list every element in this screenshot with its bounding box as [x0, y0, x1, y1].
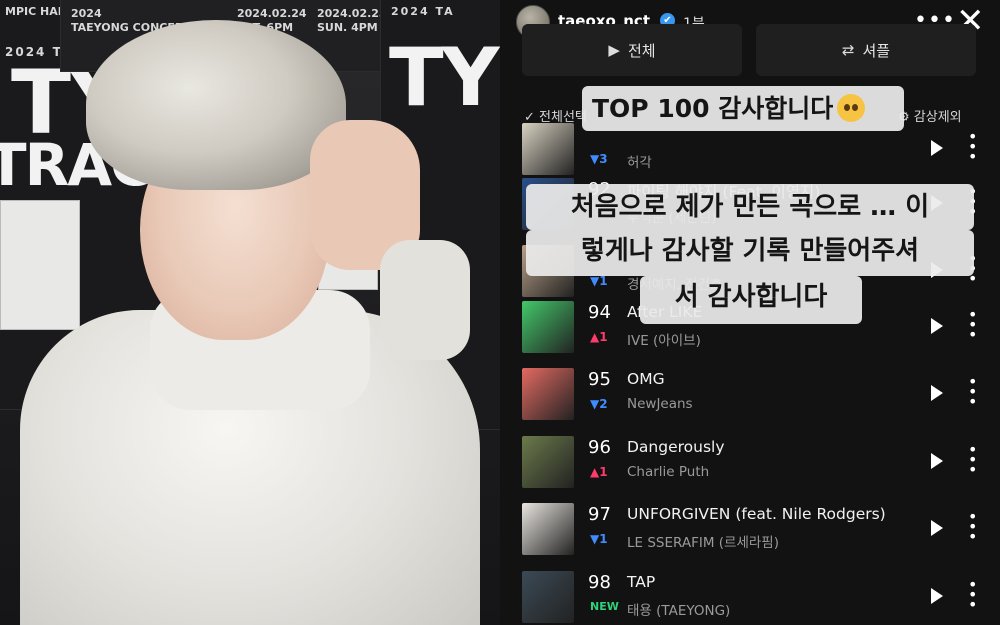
rank-number: 94	[588, 302, 611, 323]
poster-text: SUN. 4PM	[317, 21, 378, 34]
artist-name[interactable]: LE SSERAFIM (르세라핌)	[627, 531, 779, 551]
kebab-menu-icon[interactable]: •••	[968, 307, 977, 343]
story-text-sticker: TOP 100 감사합니다	[582, 86, 904, 131]
poster-text: TY	[389, 31, 499, 124]
album-art[interactable]	[522, 123, 574, 175]
rank-change: NEW	[590, 600, 619, 613]
sticker-text: 서 감사합니다	[674, 282, 828, 312]
rank-change: ▼2	[590, 397, 608, 411]
shuffle-icon: ⇄	[841, 41, 855, 59]
story-text-line: 서 감사합니다	[640, 276, 862, 324]
rank-change: ▲1	[590, 330, 608, 344]
story-text-line: 처음으로 제가 만든 곡으로 … 이	[526, 184, 974, 230]
rank-change: ▼3	[590, 152, 608, 166]
rank-number: 95	[588, 369, 611, 390]
play-all-button[interactable]: ▶ 전체	[522, 24, 742, 76]
album-art[interactable]	[522, 503, 574, 555]
kebab-menu-icon[interactable]: •••	[968, 374, 977, 410]
song-title[interactable]: UNFORGIVEN (feat. Nile Rodgers)	[627, 505, 886, 523]
rank-number: 96	[588, 437, 611, 458]
play-icon[interactable]	[931, 520, 943, 536]
ticket-card	[0, 200, 80, 330]
rank-change: ▲1	[590, 465, 608, 479]
rank-number: 97	[588, 504, 611, 525]
rank-number: 98	[588, 572, 611, 593]
album-art[interactable]	[522, 571, 574, 623]
song-title[interactable]: TAP	[627, 573, 655, 591]
wrist	[380, 240, 470, 360]
kebab-menu-icon[interactable]: •••	[968, 129, 977, 165]
play-icon[interactable]	[931, 318, 943, 334]
story-photo: MPIC HALL 2024 TAEYONG CONCERT TY TRACK …	[0, 0, 500, 625]
play-icon: ▶	[608, 41, 620, 59]
song-title[interactable]: OMG	[627, 370, 665, 388]
poster-text: 2024	[71, 7, 102, 20]
sticker-text: 렇게나 감사할 기록 만들어주셔	[580, 236, 920, 266]
album-art[interactable]	[522, 368, 574, 420]
kebab-menu-icon[interactable]: •••	[968, 509, 977, 545]
album-art[interactable]	[522, 301, 574, 353]
play-icon[interactable]	[931, 588, 943, 604]
artist-name[interactable]: NewJeans	[627, 396, 693, 412]
sticker-text: 처음으로 제가 만든 곡으로 … 이	[570, 192, 930, 222]
rank-change: ▼1	[590, 274, 608, 288]
artist-name[interactable]: 허각	[627, 151, 652, 171]
chart-row[interactable]: 97 ▼1 UNFORGIVEN (feat. Nile Rodgers) LE SS…	[500, 498, 1000, 560]
shuffle-button[interactable]: ⇄ 셔플	[756, 24, 976, 76]
chart-row[interactable]: 98 NEW TAP 태용 (TAEYONG) • • •	[500, 566, 1000, 625]
story-text-line: 렇게나 감사할 기록 만들어주셔	[526, 230, 974, 276]
play-icon[interactable]	[931, 140, 943, 156]
sticker-text: TOP 100 감사합니다	[592, 94, 834, 123]
hair	[86, 20, 346, 190]
play-all-label: 전체	[627, 41, 656, 60]
album-art[interactable]	[522, 436, 574, 488]
chart-row[interactable]: 96 ▲1 Dangerously Charlie Puth • • •	[500, 431, 1000, 493]
chart-row[interactable]: 95 ▼2 OMG NewJeans • • •	[500, 363, 1000, 425]
pleading-face-emoji-icon	[837, 94, 866, 122]
rank-change: ▼1	[590, 532, 608, 546]
artist-name[interactable]: Charlie Puth	[627, 464, 709, 480]
poster-text: 2024.02.24	[237, 7, 307, 20]
shuffle-label: 셔플	[862, 41, 891, 60]
artist-name[interactable]: IVE (아이브)	[627, 329, 701, 349]
kebab-menu-icon[interactable]: •••	[968, 442, 977, 478]
poster-text: 2024 TA	[391, 5, 455, 18]
song-title[interactable]: Dangerously	[627, 438, 725, 456]
poster-text: 2024.02.25	[317, 7, 387, 20]
kebab-menu-icon[interactable]: •••	[968, 577, 977, 613]
play-icon[interactable]	[931, 385, 943, 401]
artist-name[interactable]: 태용 (TAEYONG)	[627, 599, 730, 619]
play-icon[interactable]	[931, 453, 943, 469]
